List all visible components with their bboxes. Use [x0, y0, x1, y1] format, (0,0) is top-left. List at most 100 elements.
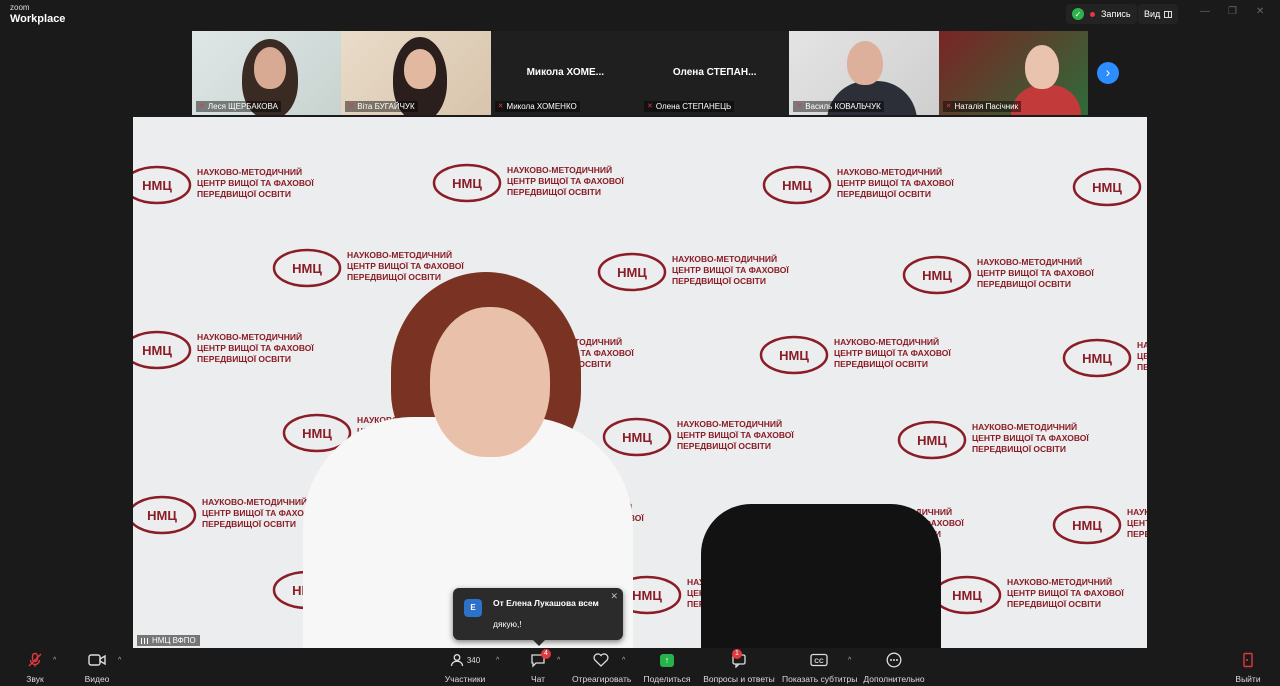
speaker-face	[430, 307, 550, 457]
backdrop-logo: НМЦ НАУКОВО-МЕТОДИЧНИЙЦЕНТР ВИЩОЇ ТА ФАХО…	[133, 330, 314, 370]
share-screen-icon: ↑	[660, 653, 674, 667]
svg-text:ЦЕНТР ВИЩОЇ ТА ФАХОВОЇ: ЦЕНТР ВИЩОЇ ТА ФАХОВОЇ	[197, 343, 314, 353]
svg-text:ПЕРЕДВИЩОЇ ОСВІТИ: ПЕРЕДВИЩОЇ ОСВІТИ	[677, 441, 771, 451]
recording-dot-icon	[1090, 11, 1095, 17]
svg-text:НАУКОВО-МЕТОДИЧНИЙ: НАУКОВО-МЕТОДИЧНИЙ	[972, 421, 1077, 432]
svg-text:НАУКОВО-МЕТОДИЧНИЙ: НАУКОВО-МЕТОДИЧНИЙ	[837, 166, 942, 177]
leave-door-icon	[1243, 652, 1253, 668]
share-screen-button[interactable]: ↑ Поделиться	[642, 651, 692, 684]
svg-text:НМЦ: НМЦ	[617, 265, 647, 280]
svg-text:ПЕРЕДВИЩОЇ ОСВІТИ: ПЕРЕДВИЩОЇ ОСВІТИ	[507, 187, 601, 197]
svg-text:НАУКОВО-МЕТОДИЧНИЙ: НАУКОВО-МЕТОДИЧНИЙ	[834, 336, 939, 347]
react-options-caret-icon[interactable]: ^	[622, 657, 625, 664]
meeting-toolbar: Звук ^ Видео ^ 340 Участники ^ 4 Чат ^ О…	[0, 648, 1280, 686]
sender-avatar: E	[464, 599, 482, 617]
audio-label: Звук	[26, 674, 44, 684]
svg-text:НМЦ: НМЦ	[782, 178, 812, 193]
mic-muted-icon: ✕	[646, 103, 653, 110]
svg-text:ЦЕНТР ВИЩОЇ ТА ФАХОВОЇ: ЦЕНТР ВИЩОЇ ТА ФАХОВОЇ	[347, 261, 464, 271]
security-shield-icon: ✓	[1072, 8, 1084, 20]
audio-options-caret-icon[interactable]: ^	[53, 657, 56, 664]
backdrop-logo: НМЦ НАУКОВО-МЕТОДИЧНИЙЦЕНТР ВИЩОЇ ТА ФАХО…	[133, 165, 314, 205]
more-button[interactable]: Дополнительно	[862, 651, 926, 684]
participant-tile[interactable]: ✕ Василь КОВАЛЬЧУК	[789, 31, 939, 115]
svg-text:ПЕРЕДВИЩОЇ ОСВІТИ: ПЕРЕДВИЩОЇ ОСВІТИ	[834, 359, 928, 369]
minimize-icon[interactable]: —	[1200, 6, 1210, 17]
participant-name-tag: ✕ Віта БУГАЙЧУК	[345, 101, 418, 112]
participant-tile[interactable]: Микола ХОМЕ... ✕ Микола ХОМЕНКО	[490, 31, 640, 115]
participant-name-tag: ✕ Леся ЩЕРБАКОВА	[196, 101, 281, 112]
chat-notification[interactable]: E От Елена Лукашова всем дякую,! ✕	[453, 588, 623, 646]
more-dots-icon	[886, 652, 902, 668]
captions-options-caret-icon[interactable]: ^	[848, 657, 851, 664]
svg-text:ПЕРЕДВИЩОЇ ОСВІТИ: ПЕРЕДВИЩОЇ ОСВІТИ	[1007, 599, 1101, 609]
leave-button[interactable]: Выйти	[1232, 651, 1264, 684]
chat-unread-badge: 4	[541, 649, 551, 659]
svg-text:ЦЕНТР ВИЩОЇ ТА ФАХОВОЇ: ЦЕНТР ВИЩОЇ ТА ФАХОВОЇ	[1137, 351, 1147, 361]
notification-message: дякую,!	[493, 619, 522, 629]
svg-text:НАУКОВО-МЕТОДИЧНИЙ: НАУКОВО-МЕТОДИЧНИЙ	[347, 249, 452, 260]
svg-text:ЦЕНТР ВИЩОЇ ТА ФАХОВОЇ: ЦЕНТР ВИЩОЇ ТА ФАХОВОЇ	[672, 265, 789, 275]
svg-text:ПЕРЕДВИЩОЇ ОСВІТИ: ПЕРЕДВИЩОЇ ОСВІТИ	[1137, 362, 1147, 372]
participants-count: 340	[466, 655, 481, 665]
svg-text:ПЕРЕДВИЩОЇ ОСВІТИ: ПЕРЕДВИЩОЇ ОСВІТИ	[972, 444, 1066, 454]
svg-text:ПЕРЕДВИЩОЇ ОСВІТИ: ПЕРЕДВИЩОЇ ОСВІТИ	[197, 354, 291, 364]
participants-options-caret-icon[interactable]: ^	[496, 657, 499, 664]
svg-text:НМЦ: НМЦ	[952, 588, 982, 603]
svg-text:ЦЕНТР ВИЩОЇ ТА ФАХОВОЇ: ЦЕНТР ВИЩОЇ ТА ФАХОВОЇ	[677, 430, 794, 440]
svg-text:ЦЕНТР ВИЩОЇ ТА ФАХОВОЇ: ЦЕНТР ВИЩОЇ ТА ФАХОВОЇ	[972, 433, 1089, 443]
backdrop-logo: НМЦ НАУКОВО-МЕТОДИЧНИЙЦЕНТР ВИЩОЇ ТА ФАХО…	[759, 335, 951, 375]
video-button[interactable]: Видео	[80, 651, 114, 684]
svg-text:НАУКОВО-МЕТОДИЧНИЙ: НАУКОВО-МЕТОДИЧНИЙ	[1007, 576, 1112, 587]
svg-text:ЦЕНТР ВИЩОЇ ТА ФАХОВОЇ: ЦЕНТР ВИЩОЇ ТА ФАХОВОЇ	[507, 176, 624, 186]
participants-button[interactable]: 340 Участники	[440, 651, 490, 684]
title-bar: zoom Workplace ✓ Запись Вид — ❐ ✕	[0, 0, 1280, 30]
video-options-caret-icon[interactable]: ^	[118, 657, 121, 664]
chat-options-caret-icon[interactable]: ^	[557, 657, 560, 664]
svg-text:ПЕРЕДВИЩОЇ ОСВІТИ: ПЕРЕДВИЩОЇ ОСВІТИ	[837, 189, 931, 199]
svg-text:НМЦ: НМЦ	[142, 343, 172, 358]
recording-indicator[interactable]: ✓ Запись	[1066, 4, 1137, 24]
svg-text:НАУКОВО-МЕТОДИЧНИЙ: НАУКОВО-МЕТОДИЧНИЙ	[197, 331, 302, 342]
svg-text:НАУКОВО-МЕТОДИЧНИЙ: НАУКОВО-МЕТОДИЧНИЙ	[672, 253, 777, 264]
svg-text:НАУКОВО-МЕТОДИЧНИЙ: НАУКОВО-МЕТОДИЧНИЙ	[1137, 339, 1147, 350]
participant-strip: ✕ Леся ЩЕРБАКОВА ✕ Віта БУГАЙЧУК Микола …	[192, 31, 1088, 115]
view-button[interactable]: Вид	[1138, 4, 1179, 24]
qa-button[interactable]: 1 Вопросы и ответы	[703, 649, 775, 684]
video-label: Видео	[84, 674, 110, 684]
leave-label: Выйти	[1235, 674, 1261, 684]
participant-tile[interactable]: ✕ Віта БУГАЙЧУК	[341, 31, 491, 115]
participant-name-tag: ✕ Василь КОВАЛЬЧУК	[793, 101, 884, 112]
captions-button[interactable]: CC Показать субтитры	[782, 651, 857, 684]
participant-tile[interactable]: ✕ Наталія Пасічник	[938, 31, 1088, 115]
participant-name: Василь КОВАЛЬЧУК	[805, 102, 881, 111]
close-notification-icon[interactable]: ✕	[610, 591, 618, 602]
svg-text:НМЦ: НМЦ	[452, 176, 482, 191]
participant-face	[254, 47, 286, 89]
participant-tile[interactable]: Олена СТЕПАН... ✕ Олена СТЕПАНЕЦЬ	[639, 31, 790, 115]
audio-button[interactable]: Звук	[18, 651, 52, 684]
close-window-icon[interactable]: ✕	[1256, 6, 1264, 17]
participant-tile[interactable]: ✕ Леся ЩЕРБАКОВА	[192, 31, 342, 115]
svg-text:ПЕРЕДВИЩОЇ ОСВІТИ: ПЕРЕДВИЩОЇ ОСВІТИ	[202, 519, 296, 529]
svg-text:ПЕРЕДВИЩОЇ ОСВІТИ: ПЕРЕДВИЩОЇ ОСВІТИ	[672, 276, 766, 286]
closed-captions-icon: CC	[810, 653, 828, 667]
svg-text:НМЦ: НМЦ	[1072, 518, 1102, 533]
chat-button[interactable]: 4 Чат	[524, 649, 552, 684]
backdrop-logo: НМЦ НАУКОВО-МЕТОДИЧНИЙЦЕНТР ВИЩОЇ ТА ФАХО…	[932, 575, 1124, 615]
participant-center-name: Микола ХОМЕ...	[526, 67, 605, 78]
mic-muted-icon: ✕	[199, 103, 205, 110]
mic-muted-icon: ✕	[497, 103, 504, 110]
participant-name: Віта БУГАЙЧУК	[357, 102, 415, 111]
svg-text:НМЦ: НМЦ	[622, 430, 652, 445]
maximize-icon[interactable]: ❐	[1228, 6, 1237, 17]
svg-text:НМЦ: НМЦ	[1092, 180, 1122, 195]
svg-text:НМЦ: НМЦ	[922, 268, 952, 283]
next-page-arrow-icon[interactable]: ›	[1097, 62, 1119, 84]
participant-face	[847, 41, 884, 85]
participant-face	[1024, 45, 1059, 89]
svg-text:ЦЕНТР ВИЩОЇ ТА ФАХОВОЇ: ЦЕНТР ВИЩОЇ ТА ФАХОВОЇ	[977, 268, 1094, 278]
svg-text:НМЦ: НМЦ	[292, 261, 322, 276]
participant-name-tag: ✕ Микола ХОМЕНКО	[494, 101, 580, 112]
react-button[interactable]: Отреагировать	[572, 651, 631, 684]
